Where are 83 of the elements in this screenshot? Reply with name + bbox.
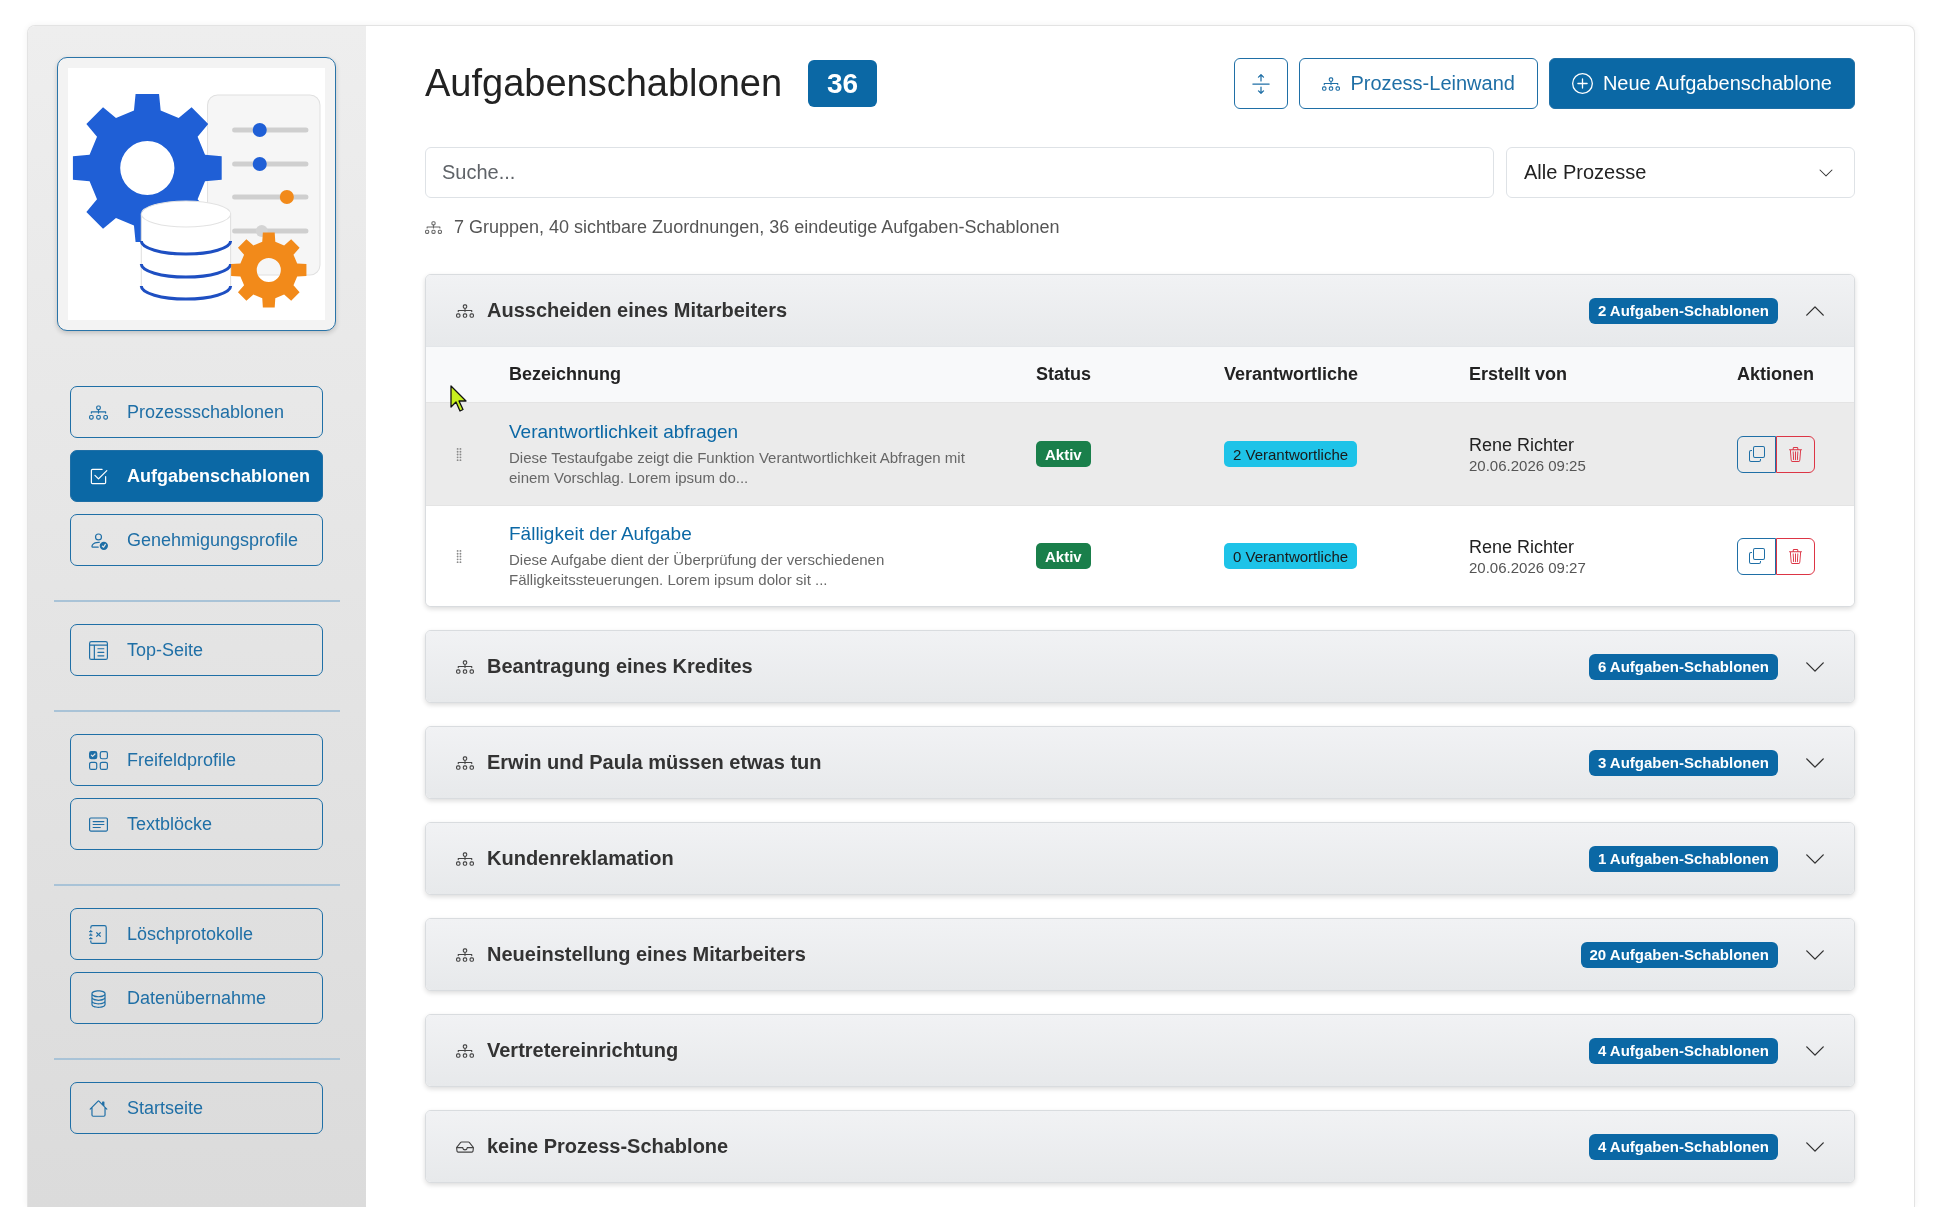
table-row[interactable]: Fälligkeit der Aufgabe Diese Aufgabe dient der Überprüfung der verschiedenen Fälligkeitssteuerungen. Lorem ipsum dolor sit ... Aktiv 0 Verantwortliche Rene Richter 20.06.2026 09:27 bbox=[426, 505, 1854, 606]
database-icon bbox=[89, 988, 108, 1008]
sitemap-icon bbox=[456, 301, 474, 320]
group-title: Erwin und Paula müssen etwas tun bbox=[487, 751, 823, 774]
group-header[interactable]: Vertretereinrichtung 4 Aufgaben-Schablonen bbox=[426, 1015, 1854, 1086]
sitemap-icon bbox=[456, 657, 474, 676]
column-header: Status bbox=[1036, 364, 1092, 385]
status-badge: Aktiv bbox=[1036, 441, 1091, 467]
group-title: Vertretereinrichtung bbox=[487, 1039, 680, 1062]
copy-icon bbox=[1748, 548, 1765, 564]
group-title: Beantragung eines Kredites bbox=[487, 655, 754, 678]
column-header: Bezeichnung bbox=[509, 364, 622, 385]
count-badge: 20 Aufgaben-Schablonen bbox=[1580, 941, 1778, 968]
group-header[interactable]: Beantragung eines Kredites 6 Aufgaben-Schablonen bbox=[426, 631, 1854, 702]
table-row[interactable]: Verantwortlichkeit abfragen Diese Testaufgabe zeigt die Funktion Verantwortlichkeit Abfragen mit einem Vorschlag. Lorem ipsum do... Aktiv 2 Verantwortliche Rene Richter 20.06.2026 09:25 bbox=[426, 402, 1854, 505]
summary-text: 7 Gruppen, 40 sichtbare Zuordnungen, 36 eindeutige Aufgaben-Schablonen bbox=[454, 216, 1060, 238]
new-template-button[interactable]: Neue Aufgabenschablone bbox=[1548, 58, 1855, 109]
process-canvas-button[interactable]: Prozess-Leinwand bbox=[1299, 58, 1538, 109]
nav-button[interactable]: Startseite bbox=[70, 1082, 323, 1134]
nav-button[interactable]: Datenübernahme bbox=[70, 972, 323, 1024]
expand-button[interactable] bbox=[1234, 58, 1289, 109]
responsible-badge: 0 Verantwortliche bbox=[1224, 543, 1358, 569]
column-header: Erstellt von bbox=[1469, 364, 1569, 385]
sitemap-icon bbox=[1322, 74, 1341, 93]
sitemap-icon bbox=[425, 218, 442, 236]
count-badge: 6 Aufgaben-Schablonen bbox=[1588, 653, 1778, 680]
sitemap-icon bbox=[456, 1041, 474, 1060]
copy-button[interactable] bbox=[1737, 435, 1776, 473]
page-title: Aufgabenschablonen bbox=[425, 60, 783, 106]
status-badge: Aktiv bbox=[1036, 543, 1091, 569]
text-card-icon bbox=[89, 814, 108, 834]
checked-grid-icon bbox=[89, 750, 108, 770]
created-date: 20.06.2026 09:25 bbox=[1469, 455, 1586, 475]
group-header[interactable]: Neueinstellung eines Mitarbeiters 20 Aufgaben-Schablonen bbox=[426, 919, 1854, 990]
house-icon bbox=[89, 1098, 108, 1118]
group-header[interactable]: Erwin und Paula müssen etwas tun 3 Aufgaben-Schablonen bbox=[426, 727, 1854, 798]
group-header[interactable]: keine Prozess-Schablone 4 Aufgaben-Schablonen bbox=[426, 1111, 1854, 1182]
nav-button[interactable]: Prozessschablonen bbox=[70, 386, 323, 438]
sitemap-icon bbox=[456, 849, 474, 868]
person-check-icon bbox=[89, 530, 108, 550]
copy-button[interactable] bbox=[1737, 537, 1776, 575]
sitemap-icon bbox=[89, 402, 108, 422]
delete-button[interactable] bbox=[1776, 537, 1815, 575]
text-layout-icon bbox=[89, 640, 108, 660]
process-select[interactable]: Alle Prozesse bbox=[1506, 147, 1855, 198]
group-title: Ausscheiden eines Mitarbeiters bbox=[487, 299, 789, 322]
column-header: Verantwortliche bbox=[1224, 364, 1360, 385]
task-description: Diese Aufgabe dient der Überprüfung der verschiedenen Fälligkeitssteuerungen. Lorem ipsum dolor sit ... bbox=[509, 550, 886, 590]
group-header[interactable]: Ausscheiden eines Mitarbeiters 2 Aufgaben-Schablonen bbox=[426, 275, 1854, 346]
creator-name: Rene Richter bbox=[1469, 433, 1575, 456]
vertical-arrows-icon bbox=[1251, 73, 1272, 94]
group-title: Neueinstellung eines Mitarbeiters bbox=[487, 943, 807, 966]
task-description: Diese Testaufgabe zeigt die Funktion Verantwortlichkeit Abfragen mit einem Vorschlag. Lorem ipsum do... bbox=[509, 448, 966, 488]
group-title: Kundenreklamation bbox=[487, 847, 675, 870]
trash-icon bbox=[1788, 446, 1803, 462]
count-badge: 4 Aufgaben-Schablonen bbox=[1588, 1037, 1778, 1064]
nav-button[interactable]: Genehmigungsprofile bbox=[70, 514, 323, 566]
nav-button[interactable]: Löschprotokolle bbox=[70, 908, 323, 960]
count-badge: 2 Aufgaben-Schablonen bbox=[1588, 297, 1778, 324]
sitemap-icon bbox=[456, 753, 474, 772]
count-badge: 1 Aufgaben-Schablonen bbox=[1588, 845, 1778, 872]
responsible-badge: 2 Verantwortliche bbox=[1224, 441, 1358, 467]
nav-button[interactable]: Freifeldprofile bbox=[70, 734, 323, 786]
task-link[interactable]: Fälligkeit der Aufgabe bbox=[509, 522, 692, 546]
column-header: Aktionen bbox=[1737, 364, 1815, 385]
nav-button[interactable]: Textblöcke bbox=[70, 798, 323, 850]
creator-name: Rene Richter bbox=[1469, 535, 1575, 558]
trash-icon bbox=[1788, 548, 1803, 564]
task-link[interactable]: Verantwortlichkeit abfragen bbox=[509, 420, 739, 444]
copy-icon bbox=[1748, 446, 1765, 462]
nav-button[interactable]: Aufgabenschablonen bbox=[70, 450, 323, 502]
nav-button[interactable]: Top-Seite bbox=[70, 624, 323, 676]
count-badge: 3 Aufgaben-Schablonen bbox=[1588, 749, 1778, 776]
journal-x-icon bbox=[89, 924, 108, 944]
search-field[interactable]: Suche... bbox=[425, 147, 1494, 198]
count-badge: 36 bbox=[808, 60, 878, 107]
group-title: keine Prozess-Schablone bbox=[487, 1135, 730, 1158]
group-header[interactable]: Kundenreklamation 1 Aufgaben-Schablonen bbox=[426, 823, 1854, 894]
sitemap-icon bbox=[456, 945, 474, 964]
mouse-pointer-icon bbox=[450, 385, 468, 412]
delete-button[interactable] bbox=[1776, 435, 1815, 473]
count-badge: 4 Aufgaben-Schablonen bbox=[1588, 1133, 1778, 1160]
created-date: 20.06.2026 09:27 bbox=[1469, 557, 1586, 577]
